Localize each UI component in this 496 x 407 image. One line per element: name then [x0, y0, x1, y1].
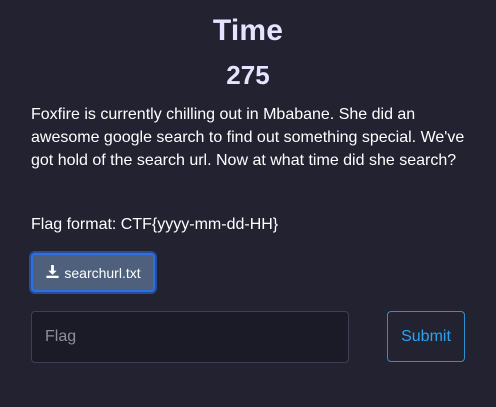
submit-button[interactable]: Submit — [387, 311, 465, 362]
flag-format-hint: Flag format: CTF{yyyy-mm-dd-HH} — [31, 216, 279, 233]
challenge-points: 275 — [226, 60, 270, 90]
flag-input[interactable] — [31, 311, 349, 363]
download-icon — [45, 264, 64, 282]
challenge-description: Foxfire is currently chilling out in Mba… — [31, 106, 465, 169]
download-file-label: searchurl.txt — [64, 264, 141, 281]
download-file-button[interactable]: searchurl.txt — [31, 253, 155, 292]
challenge-title: Time — [212, 14, 284, 47]
